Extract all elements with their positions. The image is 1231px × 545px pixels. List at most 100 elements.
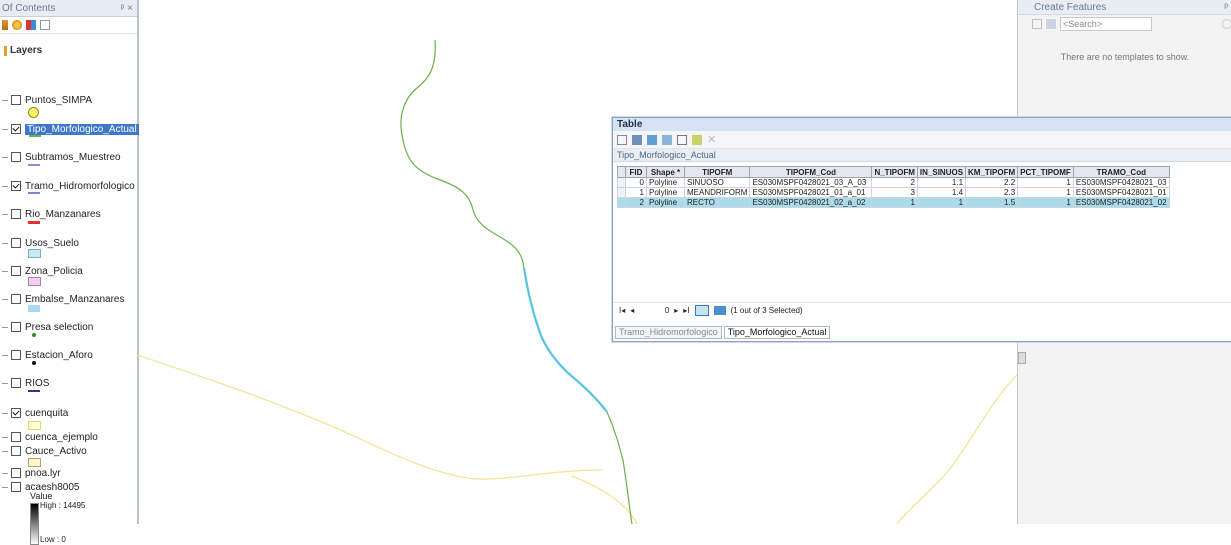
select-by-attributes-icon[interactable] <box>647 134 657 145</box>
column-header[interactable]: Shape * <box>646 166 685 178</box>
layer-item[interactable]: Embalse_Manzanares <box>0 292 125 306</box>
table-cell-tramo[interactable]: ES030MSPF0428021_02 <box>1072 197 1170 208</box>
layer-visibility-checkbox[interactable] <box>11 209 21 219</box>
column-header[interactable]: PCT_TIPOMF <box>1017 166 1074 178</box>
table-cell-cod[interactable]: ES030MSPF0428021_02_a_02 <box>749 197 873 208</box>
row-selector[interactable] <box>617 187 626 198</box>
layer-visibility-checkbox[interactable] <box>11 446 21 456</box>
layer-item[interactable]: Cauce_Activo <box>0 444 87 458</box>
next-record-button[interactable]: ▸ <box>674 306 678 315</box>
layer-item[interactable]: cuenca_ejemplo <box>0 430 98 444</box>
clear-search-icon[interactable] <box>1222 19 1231 29</box>
row-selector[interactable] <box>617 177 626 188</box>
row-header-corner[interactable] <box>617 166 626 178</box>
table-cell-n[interactable]: 3 <box>871 187 918 198</box>
table-cell-n[interactable]: 1 <box>871 197 918 208</box>
organize-templates-icon[interactable] <box>1032 19 1042 29</box>
layer-visibility-checkbox[interactable] <box>11 152 21 162</box>
template-properties-icon[interactable] <box>1046 19 1056 29</box>
table-cell-in[interactable]: 1.4 <box>916 187 967 198</box>
table-cell-km[interactable]: 1.5 <box>965 197 1019 208</box>
column-header[interactable]: IN_SINUOS <box>916 166 967 178</box>
list-by-visibility-icon[interactable] <box>26 20 36 30</box>
scrollbar-grip[interactable] <box>1018 352 1026 364</box>
layer-item[interactable]: Presa selection <box>0 320 93 334</box>
layer-item[interactable]: Tipo_Morfologico_Actual <box>0 122 139 136</box>
layer-item[interactable]: Rio_Manzanares <box>0 207 101 221</box>
layer-visibility-checkbox[interactable] <box>11 181 21 191</box>
layer-item[interactable]: Puntos_SIMPA <box>0 93 92 107</box>
column-header[interactable]: KM_TIPOFM <box>965 166 1019 178</box>
layer-visibility-checkbox[interactable] <box>11 482 21 492</box>
table-cell-km[interactable]: 2.3 <box>965 187 1019 198</box>
last-record-button[interactable]: ▸I <box>683 306 689 315</box>
layer-visibility-checkbox[interactable] <box>11 294 21 304</box>
table-cell-tipofm[interactable]: SINUOSO <box>683 177 751 188</box>
table-cell-pct[interactable]: 1 <box>1017 177 1074 188</box>
layer-visibility-checkbox[interactable] <box>11 322 21 332</box>
table-cell-shape[interactable]: Polyline <box>646 197 685 208</box>
layer-visibility-checkbox[interactable] <box>11 408 21 418</box>
table-cell-pct[interactable]: 1 <box>1017 187 1074 198</box>
layer-visibility-checkbox[interactable] <box>11 432 21 442</box>
layer-item[interactable]: cuenquita <box>0 406 68 420</box>
table-cell-in[interactable]: 1 <box>916 197 967 208</box>
table-cell-cod[interactable]: ES030MSPF0428021_01_a_01 <box>749 187 873 198</box>
list-by-selection-icon[interactable] <box>40 20 50 30</box>
layer-item[interactable]: Estacion_Aforo <box>0 348 93 362</box>
table-cell-cod[interactable]: ES030MSPF0428021_03_A_03 <box>749 177 873 188</box>
layer-item[interactable]: Zona_Policia <box>0 264 83 278</box>
template-search-input[interactable]: <Search> <box>1060 17 1152 31</box>
list-by-source-icon[interactable] <box>12 20 22 30</box>
table-cell-fid[interactable]: 1 <box>625 187 647 198</box>
layers-root[interactable]: Layers <box>4 45 42 56</box>
table-cell-tipofm[interactable]: MEANDRIFORM <box>683 187 751 198</box>
layer-visibility-checkbox[interactable] <box>11 266 21 276</box>
column-header[interactable]: N_TIPOFM <box>871 166 918 178</box>
list-by-drawing-order-icon[interactable] <box>2 20 8 30</box>
table-row[interactable]: 1 Polyline MEANDRIFORM ES030MSPF0428021_01_… <box>617 187 1170 198</box>
table-row[interactable]: 2 Polyline RECTO ES030MSPF0428021_02_a_02 1 1… <box>617 197 1170 208</box>
zoom-to-selected-icon[interactable] <box>692 134 702 145</box>
tab-tipo-morfologico-actual[interactable]: Tipo_Morfologico_Actual <box>723 326 831 339</box>
layer-visibility-checkbox[interactable] <box>11 124 21 134</box>
table-options-icon[interactable] <box>617 134 627 145</box>
first-record-button[interactable]: I◂ <box>619 306 625 315</box>
table-cell-shape[interactable]: Polyline <box>646 187 685 198</box>
layer-item[interactable]: Subtramos_Muestreo <box>0 150 121 164</box>
show-all-records-icon[interactable] <box>694 305 709 316</box>
layer-visibility-checkbox[interactable] <box>11 238 21 248</box>
pin-icon[interactable]: ᵖ <box>1224 2 1228 13</box>
layer-visibility-checkbox[interactable] <box>11 95 21 105</box>
delete-selected-icon[interactable]: ✕ <box>707 133 716 146</box>
table-cell-fid[interactable]: 2 <box>625 197 647 208</box>
toc-window-controls[interactable]: ᵖ × <box>121 3 133 14</box>
layer-item[interactable]: Usos_Suelo <box>0 236 79 250</box>
switch-selection-icon[interactable] <box>662 134 672 145</box>
table-cell-tramo[interactable]: ES030MSPF0428021_01 <box>1072 187 1170 198</box>
tab-tramo-hidromorfologico[interactable]: Tramo_Hidromorfologico <box>615 326 722 339</box>
column-header[interactable]: FID <box>625 166 647 178</box>
table-cell-fid[interactable]: 0 <box>625 177 647 188</box>
record-index-field[interactable]: 0 <box>639 306 669 315</box>
river-selected-segment[interactable] <box>522 267 608 413</box>
table-cell-pct[interactable]: 1 <box>1017 197 1074 208</box>
table-cell-shape[interactable]: Polyline <box>646 177 685 188</box>
layer-visibility-checkbox[interactable] <box>11 378 21 388</box>
table-cell-km[interactable]: 2.2 <box>965 177 1019 188</box>
table-cell-tramo[interactable]: ES030MSPF0428021_03 <box>1072 177 1170 188</box>
related-tables-icon[interactable] <box>632 134 642 145</box>
layer-item[interactable]: Tramo_Hidromorfologico <box>0 179 135 193</box>
layer-item[interactable]: RIOS <box>0 376 49 390</box>
show-selected-records-icon[interactable] <box>713 306 726 315</box>
table-cell-tipofm[interactable]: RECTO <box>683 197 751 208</box>
row-selector[interactable] <box>617 197 626 208</box>
table-cell-in[interactable]: 1.1 <box>916 177 967 188</box>
clear-selection-icon[interactable] <box>677 134 687 145</box>
column-header[interactable]: TIPOFM_Cod <box>749 166 873 178</box>
layer-visibility-checkbox[interactable] <box>11 468 21 478</box>
layer-visibility-checkbox[interactable] <box>11 350 21 360</box>
previous-record-button[interactable]: ◂ <box>630 306 634 315</box>
table-row[interactable]: 0 Polyline SINUOSO ES030MSPF0428021_03_A_03… <box>617 177 1170 188</box>
table-cell-n[interactable]: 2 <box>871 177 918 188</box>
